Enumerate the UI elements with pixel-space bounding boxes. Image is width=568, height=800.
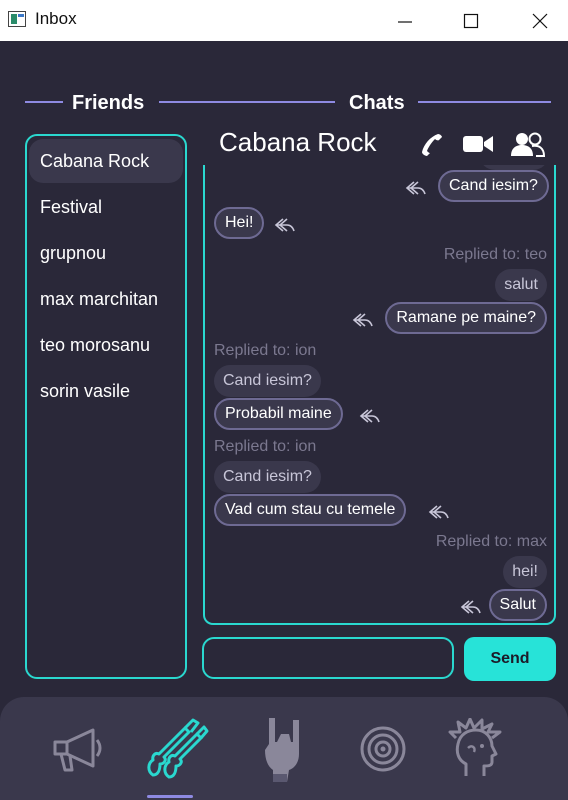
video-call-button[interactable] bbox=[462, 129, 494, 159]
minimize-button[interactable] bbox=[377, 0, 433, 41]
friend-item-cabana-rock[interactable]: Cabana Rock bbox=[29, 139, 183, 183]
message-input[interactable] bbox=[202, 637, 454, 679]
friends-heading-rule-left bbox=[25, 101, 63, 103]
quoted-text: Cand iesim? bbox=[223, 468, 312, 485]
message-text: Ramane pe maine? bbox=[396, 309, 536, 326]
message-bubble: Hei! bbox=[214, 207, 265, 239]
friend-name: grupnou bbox=[40, 242, 107, 263]
bottom-navigation bbox=[0, 697, 568, 800]
message-bubble: Salut bbox=[488, 589, 547, 621]
group-members-button[interactable] bbox=[510, 129, 546, 159]
quoted-message: salut bbox=[495, 269, 547, 301]
nav-bands[interactable] bbox=[140, 697, 212, 800]
friend-name: Cabana Rock bbox=[40, 150, 150, 171]
friend-item-sorin-vasile[interactable]: sorin vasile bbox=[29, 369, 183, 413]
group-members-icon bbox=[511, 132, 546, 157]
message-bubble: Cand iesim? bbox=[438, 170, 549, 202]
maximize-icon bbox=[463, 13, 479, 28]
message-bubble: Probabil maine bbox=[214, 398, 343, 430]
replied-to-label: Replied to: max bbox=[435, 533, 547, 550]
quoted-text: Cand iesim? bbox=[223, 372, 312, 389]
close-icon bbox=[532, 13, 548, 28]
phone-icon bbox=[422, 134, 442, 156]
call-button[interactable] bbox=[419, 129, 445, 159]
chat-title: Cabana Rock bbox=[219, 127, 377, 157]
replied-to-label: Replied to: ion bbox=[214, 342, 317, 359]
megaphone-icon bbox=[53, 728, 102, 771]
message-text: Probabil maine bbox=[225, 405, 332, 422]
reply-icon[interactable] bbox=[459, 598, 483, 616]
message-text: Hei! bbox=[225, 214, 254, 231]
message-bubble: Vad cum stau cu temele bbox=[214, 494, 407, 526]
reply-icon[interactable] bbox=[427, 503, 451, 521]
target-icon bbox=[360, 726, 406, 771]
active-tab-indicator bbox=[147, 795, 193, 798]
friend-name: sorin vasile bbox=[40, 380, 131, 401]
heading-rule-middle bbox=[159, 101, 335, 103]
quoted-text: hei! bbox=[512, 563, 538, 580]
quoted-message: hei! bbox=[503, 556, 547, 588]
quoted-text: salut bbox=[504, 276, 538, 293]
window-title: Inbox bbox=[35, 9, 77, 28]
reply-icon[interactable] bbox=[273, 216, 297, 234]
app-icon bbox=[8, 11, 26, 27]
nav-concerts[interactable] bbox=[252, 697, 316, 800]
chats-heading-rule-right bbox=[418, 101, 551, 103]
chats-heading: Chats bbox=[349, 92, 405, 114]
punk-head-icon bbox=[448, 717, 502, 776]
video-camera-icon bbox=[463, 136, 493, 152]
quoted-message: Cand iesim? bbox=[214, 365, 321, 397]
friend-name: max marchitan bbox=[40, 288, 159, 309]
friend-name: Festival bbox=[40, 196, 103, 217]
minimize-icon bbox=[398, 20, 412, 23]
friends-heading: Friends bbox=[72, 92, 145, 114]
friend-item-max-marchitan[interactable]: max marchitan bbox=[29, 277, 183, 321]
window-titlebar: Inbox bbox=[0, 0, 568, 41]
friend-item-grupnou[interactable]: grupnou bbox=[29, 231, 183, 275]
reply-icon[interactable] bbox=[358, 407, 382, 425]
guitars-icon bbox=[147, 718, 209, 778]
message-text: Cand iesim? bbox=[449, 177, 538, 194]
message-bubble: Ramane pe maine? bbox=[385, 302, 547, 334]
friend-item-festival[interactable]: Festival bbox=[29, 185, 183, 229]
nav-announcements[interactable] bbox=[46, 697, 106, 800]
quoted-message: Cand iesim? bbox=[214, 461, 321, 493]
friend-name: teo morosanu bbox=[40, 334, 151, 355]
rock-hand-icon bbox=[265, 717, 299, 782]
inbox-app: Friends Chats Cabana Rock Festival grupn… bbox=[0, 41, 568, 800]
reply-icon[interactable] bbox=[351, 311, 375, 329]
replied-to-label: Replied to: teo bbox=[443, 246, 547, 263]
friend-item-teo-morosanu[interactable]: teo morosanu bbox=[29, 323, 183, 367]
send-button[interactable]: Send bbox=[464, 637, 556, 681]
message-text: Vad cum stau cu temele bbox=[225, 501, 396, 518]
message-text: Salut bbox=[499, 596, 536, 613]
replied-to-label: Replied to: ion bbox=[214, 438, 317, 455]
friends-list: Cabana Rock Festival grupnou max marchit… bbox=[25, 134, 187, 679]
nav-discover[interactable] bbox=[354, 697, 412, 800]
reply-icon[interactable] bbox=[404, 179, 428, 197]
nav-profile[interactable] bbox=[444, 697, 508, 800]
chat-messages-panel: Cand iesim? Hei! Replied to: teo salut R… bbox=[203, 165, 556, 625]
close-button[interactable] bbox=[512, 0, 568, 41]
maximize-button[interactable] bbox=[443, 0, 499, 41]
